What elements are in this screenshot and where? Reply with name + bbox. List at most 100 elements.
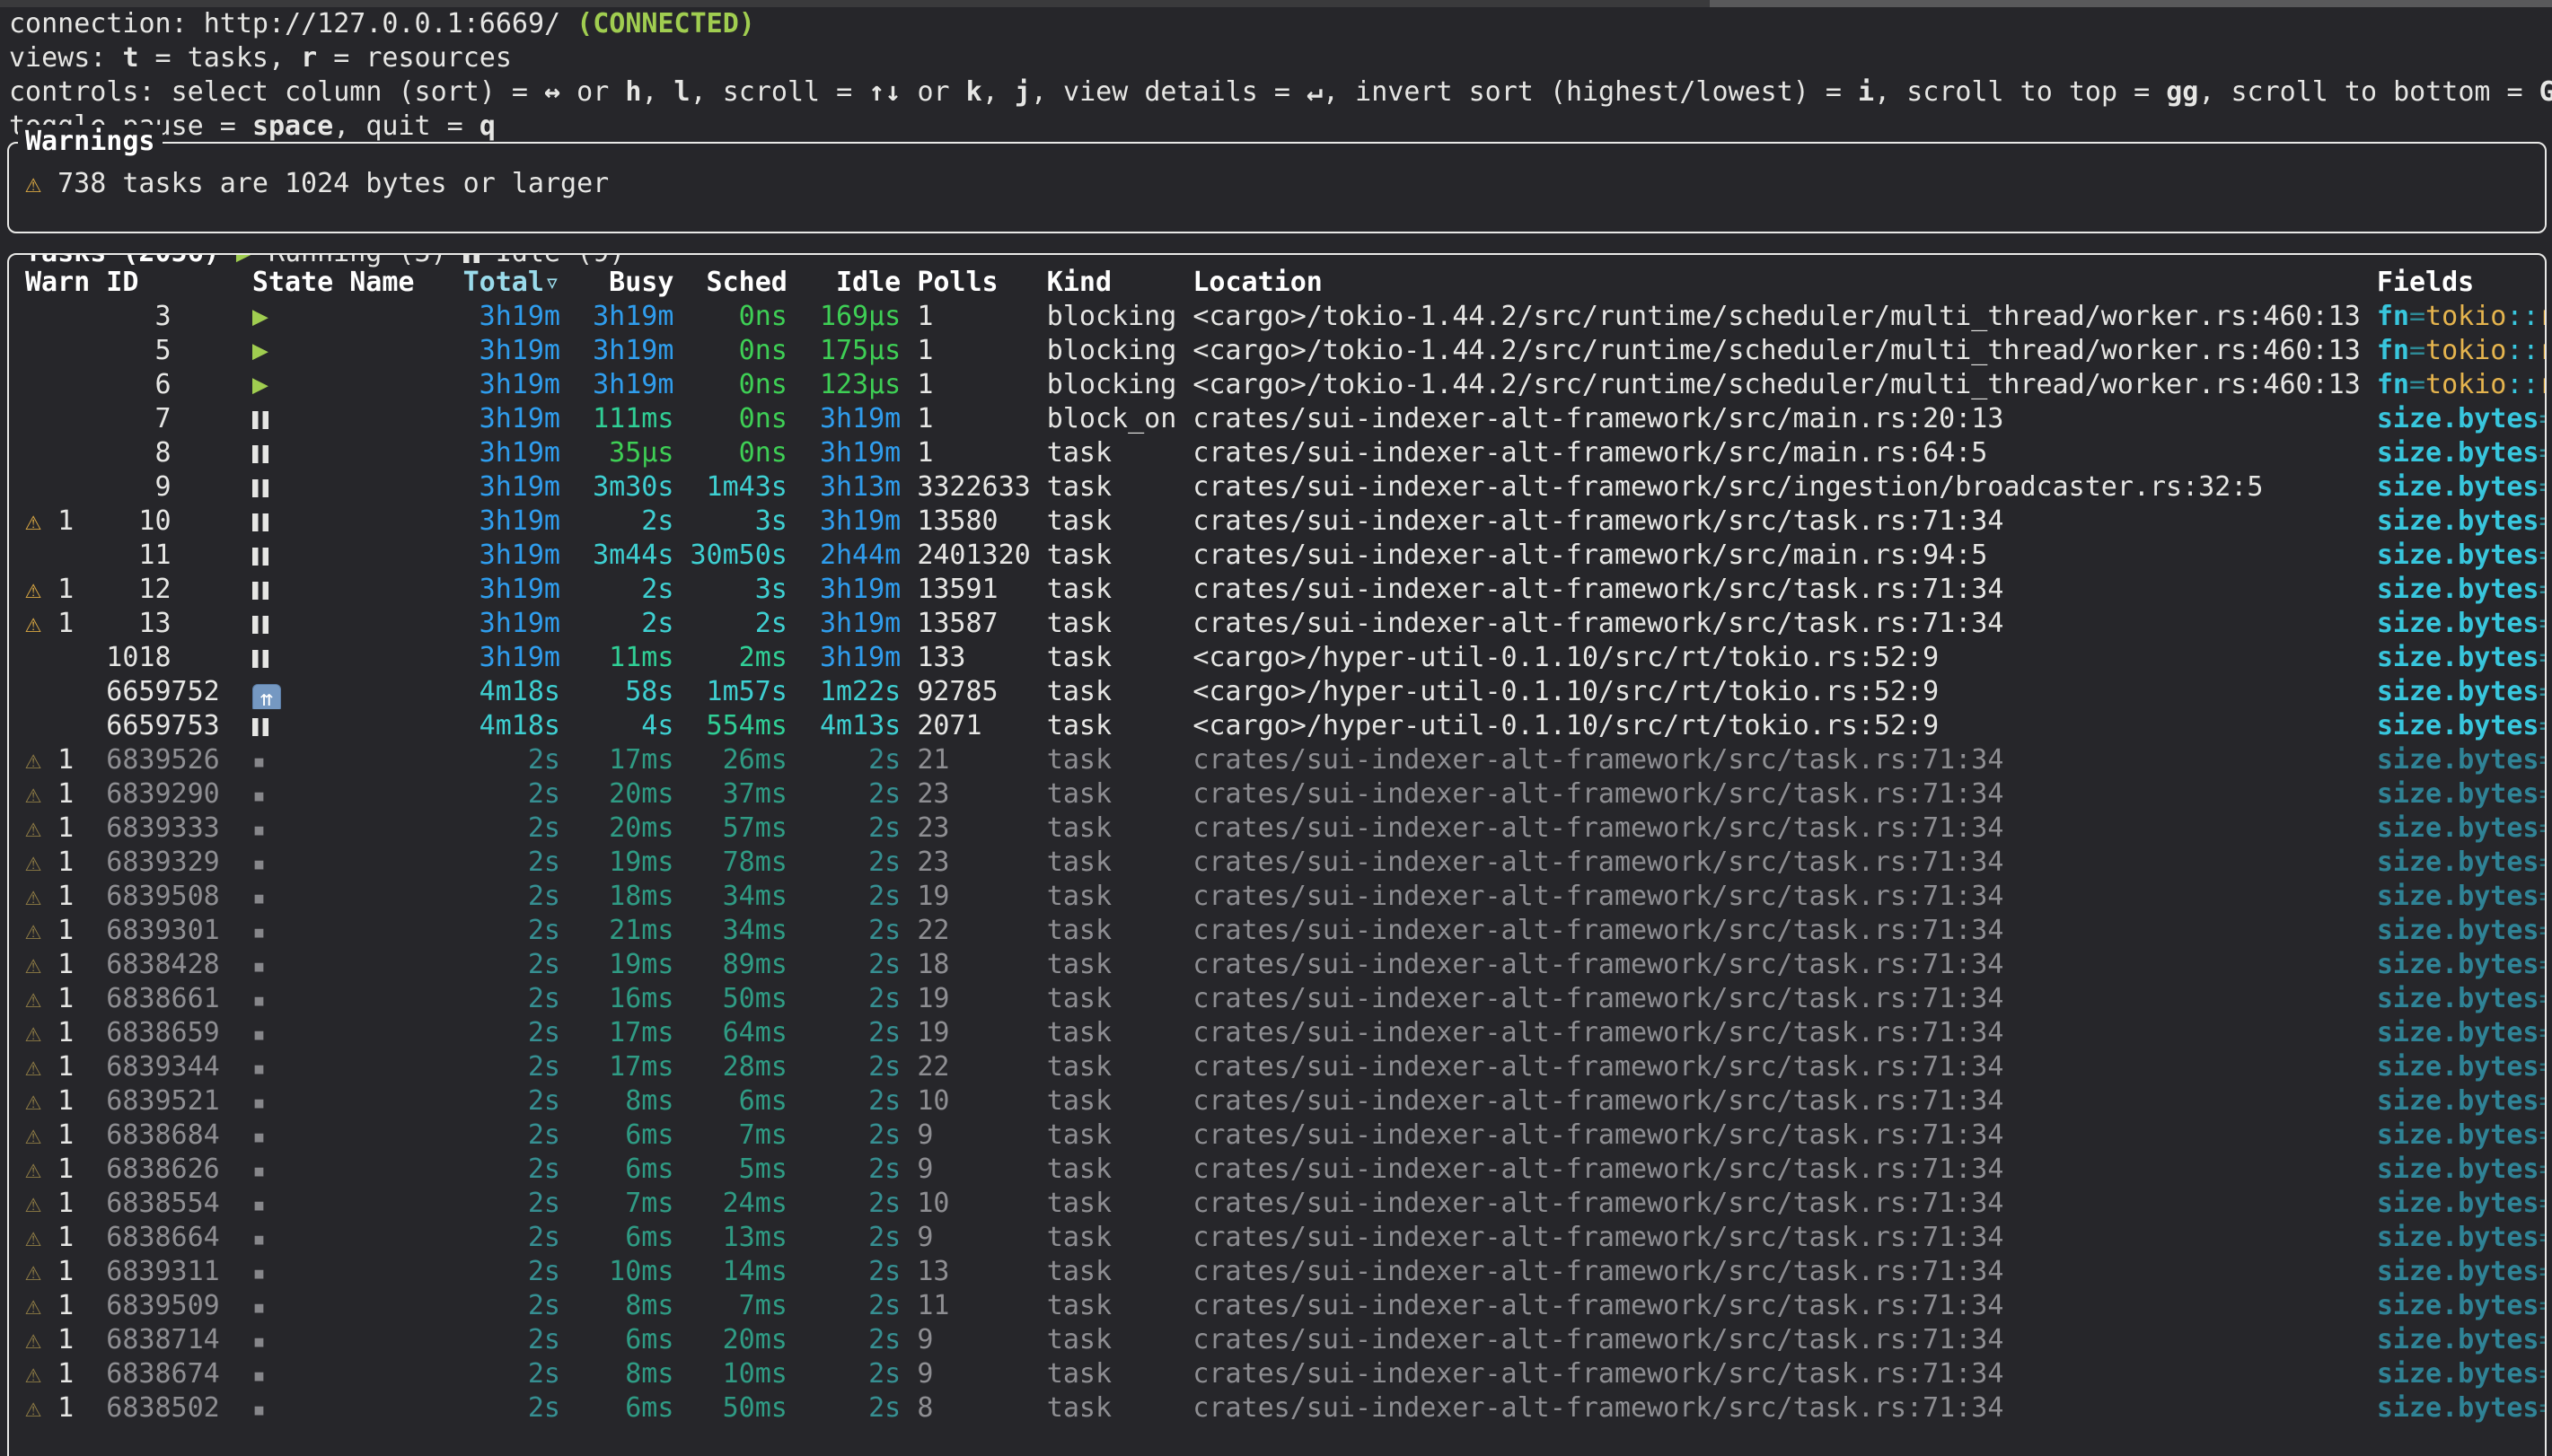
window-top-strip bbox=[0, 0, 2552, 7]
cell-busy: 3h19m bbox=[576, 300, 673, 334]
task-row[interactable]: ⚠1 6839301 ▪ 2s 21ms 34ms 2s 22 task cra… bbox=[9, 914, 2545, 948]
cell-kind: task bbox=[1047, 504, 1176, 539]
controls-help-text: , bbox=[982, 76, 1015, 108]
task-row[interactable]: ⚠1 6839521 ▪ 2s 8ms 6ms 2s 10 task crate… bbox=[9, 1084, 2545, 1118]
task-row[interactable]: 3 ▶ 3h19m 3h19m 0ns 169µs 1 blocking <ca… bbox=[9, 300, 2545, 334]
cell-id: 13 bbox=[106, 607, 235, 641]
task-row[interactable]: ⚠1 13 3h19m 2s 2s 3h19m 13587 task crate… bbox=[9, 607, 2545, 641]
cell-kind: task bbox=[1047, 982, 1176, 1016]
column-header-fields[interactable]: Fields bbox=[2377, 266, 2545, 300]
cell-kind: task bbox=[1047, 470, 1176, 504]
column-header-polls[interactable]: Polls bbox=[917, 266, 1030, 300]
cell-warn: ⚠1 bbox=[25, 1187, 90, 1221]
task-row[interactable]: ⚠1 6839344 ▪ 2s 17ms 28ms 2s 22 task cra… bbox=[9, 1050, 2545, 1084]
task-row[interactable]: ⚠1 6839526 ▪ 2s 17ms 26ms 2s 21 task cra… bbox=[9, 743, 2545, 777]
controls-help-key: G bbox=[2539, 76, 2552, 108]
column-header-idle[interactable]: Idle bbox=[804, 266, 901, 300]
connection-url: http://127.0.0.1:6669/ bbox=[204, 8, 576, 39]
field-key: fn bbox=[2377, 335, 2409, 366]
task-row[interactable]: 6659753 4m18s 4s 554ms 4m13s 2071 task <… bbox=[9, 709, 2545, 743]
cell-sched: 64ms bbox=[690, 1016, 787, 1050]
task-row[interactable]: ⚠1 10 3h19m 2s 3s 3h19m 13580 task crate… bbox=[9, 504, 2545, 539]
task-row[interactable]: ⚠1 6838659 ▪ 2s 17ms 64ms 2s 19 task cra… bbox=[9, 1016, 2545, 1050]
cell-sched: 0ns bbox=[690, 334, 787, 368]
cell-fields: size.bytes= bbox=[2377, 539, 2545, 573]
column-header-kind[interactable]: Kind bbox=[1047, 266, 1176, 300]
task-row[interactable]: 5 ▶ 3h19m 3h19m 0ns 175µs 1 blocking <ca… bbox=[9, 334, 2545, 368]
task-row[interactable]: 9 3h19m 3m30s 1m43s 3h13m 3322633 task c… bbox=[9, 470, 2545, 504]
task-row[interactable]: 6659752 ⇈ 4m18s 58s 1m57s 1m22s 92785 ta… bbox=[9, 675, 2545, 709]
cell-location: crates/sui-indexer-alt-framework/src/tas… bbox=[1192, 743, 2360, 777]
cell-state bbox=[252, 607, 333, 641]
cell-location: crates/sui-indexer-alt-framework/src/tas… bbox=[1192, 1391, 2360, 1425]
task-row[interactable]: ⚠1 6838714 ▪ 2s 6ms 20ms 2s 9 task crate… bbox=[9, 1323, 2545, 1357]
column-header-busy[interactable]: Busy bbox=[576, 266, 673, 300]
task-row[interactable]: ⚠1 6839333 ▪ 2s 20ms 57ms 2s 23 task cra… bbox=[9, 811, 2545, 846]
views-help-key: t bbox=[122, 42, 138, 74]
column-header-name[interactable]: Name bbox=[349, 266, 414, 300]
cell-total: 2s bbox=[431, 880, 560, 914]
cell-id: 6839508 bbox=[106, 880, 235, 914]
task-row[interactable]: ⚠1 6838684 ▪ 2s 6ms 7ms 2s 9 task crates… bbox=[9, 1118, 2545, 1153]
task-row[interactable]: 6 ▶ 3h19m 3h19m 0ns 123µs 1 blocking <ca… bbox=[9, 368, 2545, 402]
completed-square-icon: ▪ bbox=[252, 816, 266, 842]
cell-location: crates/sui-indexer-alt-framework/src/tas… bbox=[1192, 1016, 2360, 1050]
field-key: fn bbox=[2377, 301, 2409, 332]
cell-total: 3h19m bbox=[431, 334, 560, 368]
cell-kind: task bbox=[1047, 811, 1176, 846]
task-row[interactable]: ⚠1 6838661 ▪ 2s 16ms 50ms 2s 19 task cra… bbox=[9, 982, 2545, 1016]
cell-state: ▪ bbox=[252, 1084, 333, 1118]
completed-square-icon: ▪ bbox=[252, 1089, 266, 1115]
cell-state: ▪ bbox=[252, 1187, 333, 1221]
cell-total: 2s bbox=[431, 1153, 560, 1187]
column-header-sched[interactable]: Sched bbox=[690, 266, 787, 300]
task-row[interactable]: ⚠1 6839329 ▪ 2s 19ms 78ms 2s 23 task cra… bbox=[9, 846, 2545, 880]
task-row[interactable]: ⚠1 6838674 ▪ 2s 8ms 10ms 2s 9 task crate… bbox=[9, 1357, 2545, 1391]
task-row[interactable]: ⚠1 6838428 ▪ 2s 19ms 89ms 2s 18 task cra… bbox=[9, 948, 2545, 982]
task-row[interactable]: ⚠1 6838502 ▪ 2s 6ms 50ms 2s 8 task crate… bbox=[9, 1391, 2545, 1425]
cell-polls: 9 bbox=[917, 1153, 1030, 1187]
task-row[interactable]: 11 3h19m 3m44s 30m50s 2h44m 2401320 task… bbox=[9, 539, 2545, 573]
cell-state: ▪ bbox=[252, 1118, 333, 1153]
cell-idle: 2s bbox=[804, 880, 901, 914]
cell-polls: 2071 bbox=[917, 709, 1030, 743]
field-key: size.bytes bbox=[2377, 1017, 2539, 1048]
cell-id: 6838626 bbox=[106, 1153, 235, 1187]
task-row[interactable]: 7 3h19m 111ms 0ns 3h19m 1 block_on crate… bbox=[9, 402, 2545, 436]
task-row[interactable]: 8 3h19m 35µs 0ns 3h19m 1 task crates/sui… bbox=[9, 436, 2545, 470]
task-row[interactable]: ⚠1 6838554 ▪ 2s 7ms 24ms 2s 10 task crat… bbox=[9, 1187, 2545, 1221]
cell-warn: ⚠1 bbox=[25, 777, 90, 811]
cell-idle: 2s bbox=[804, 1187, 901, 1221]
cell-id: 5 bbox=[106, 334, 235, 368]
column-header-id[interactable]: ID bbox=[106, 266, 235, 300]
column-header-state[interactable]: State bbox=[252, 266, 333, 300]
cell-polls: 18 bbox=[917, 948, 1030, 982]
cell-location: crates/sui-indexer-alt-framework/src/tas… bbox=[1192, 1289, 2360, 1323]
controls-help-key: i bbox=[1858, 76, 1874, 108]
column-header-location[interactable]: Location bbox=[1192, 266, 2360, 300]
cell-sched: 6ms bbox=[690, 1084, 787, 1118]
cell-polls: 9 bbox=[917, 1323, 1030, 1357]
warning-text: 738 tasks are 1024 bytes or larger bbox=[57, 168, 609, 199]
cell-id: 6659752 bbox=[106, 675, 235, 709]
column-header-warn[interactable]: Warn bbox=[25, 266, 90, 300]
cell-total: 3h19m bbox=[431, 504, 560, 539]
task-row[interactable]: ⚠1 6838626 ▪ 2s 6ms 5ms 2s 9 task crates… bbox=[9, 1153, 2545, 1187]
task-row[interactable]: ⚠1 6839508 ▪ 2s 18ms 34ms 2s 19 task cra… bbox=[9, 880, 2545, 914]
task-row[interactable]: ⚠1 6839311 ▪ 2s 10ms 14ms 2s 13 task cra… bbox=[9, 1255, 2545, 1289]
cell-kind: task bbox=[1047, 880, 1176, 914]
cell-sched: 554ms bbox=[690, 709, 787, 743]
help-header: connection: http://127.0.0.1:6669/ (CONN… bbox=[0, 7, 2552, 144]
task-row[interactable]: ⚠1 12 3h19m 2s 3s 3h19m 13591 task crate… bbox=[9, 573, 2545, 607]
cell-fields: size.bytes= bbox=[2377, 607, 2545, 641]
completed-square-icon: ▪ bbox=[252, 952, 266, 978]
views-help-text: = tasks, bbox=[139, 42, 302, 74]
task-row[interactable]: ⚠1 6839290 ▪ 2s 20ms 37ms 2s 23 task cra… bbox=[9, 777, 2545, 811]
task-row[interactable]: ⚠1 6839509 ▪ 2s 8ms 7ms 2s 11 task crate… bbox=[9, 1289, 2545, 1323]
completed-square-icon: ▪ bbox=[252, 1021, 266, 1047]
warnings-panel: Warnings ⚠ 738 tasks are 1024 bytes or l… bbox=[7, 142, 2547, 233]
task-row[interactable]: 1018 3h19m 11ms 2ms 3h19m 133 task <carg… bbox=[9, 641, 2545, 675]
cell-state: ▪ bbox=[252, 1016, 333, 1050]
task-row[interactable]: ⚠1 6838664 ▪ 2s 6ms 13ms 2s 9 task crate… bbox=[9, 1221, 2545, 1255]
column-header-total[interactable]: Total▿ bbox=[431, 266, 560, 300]
